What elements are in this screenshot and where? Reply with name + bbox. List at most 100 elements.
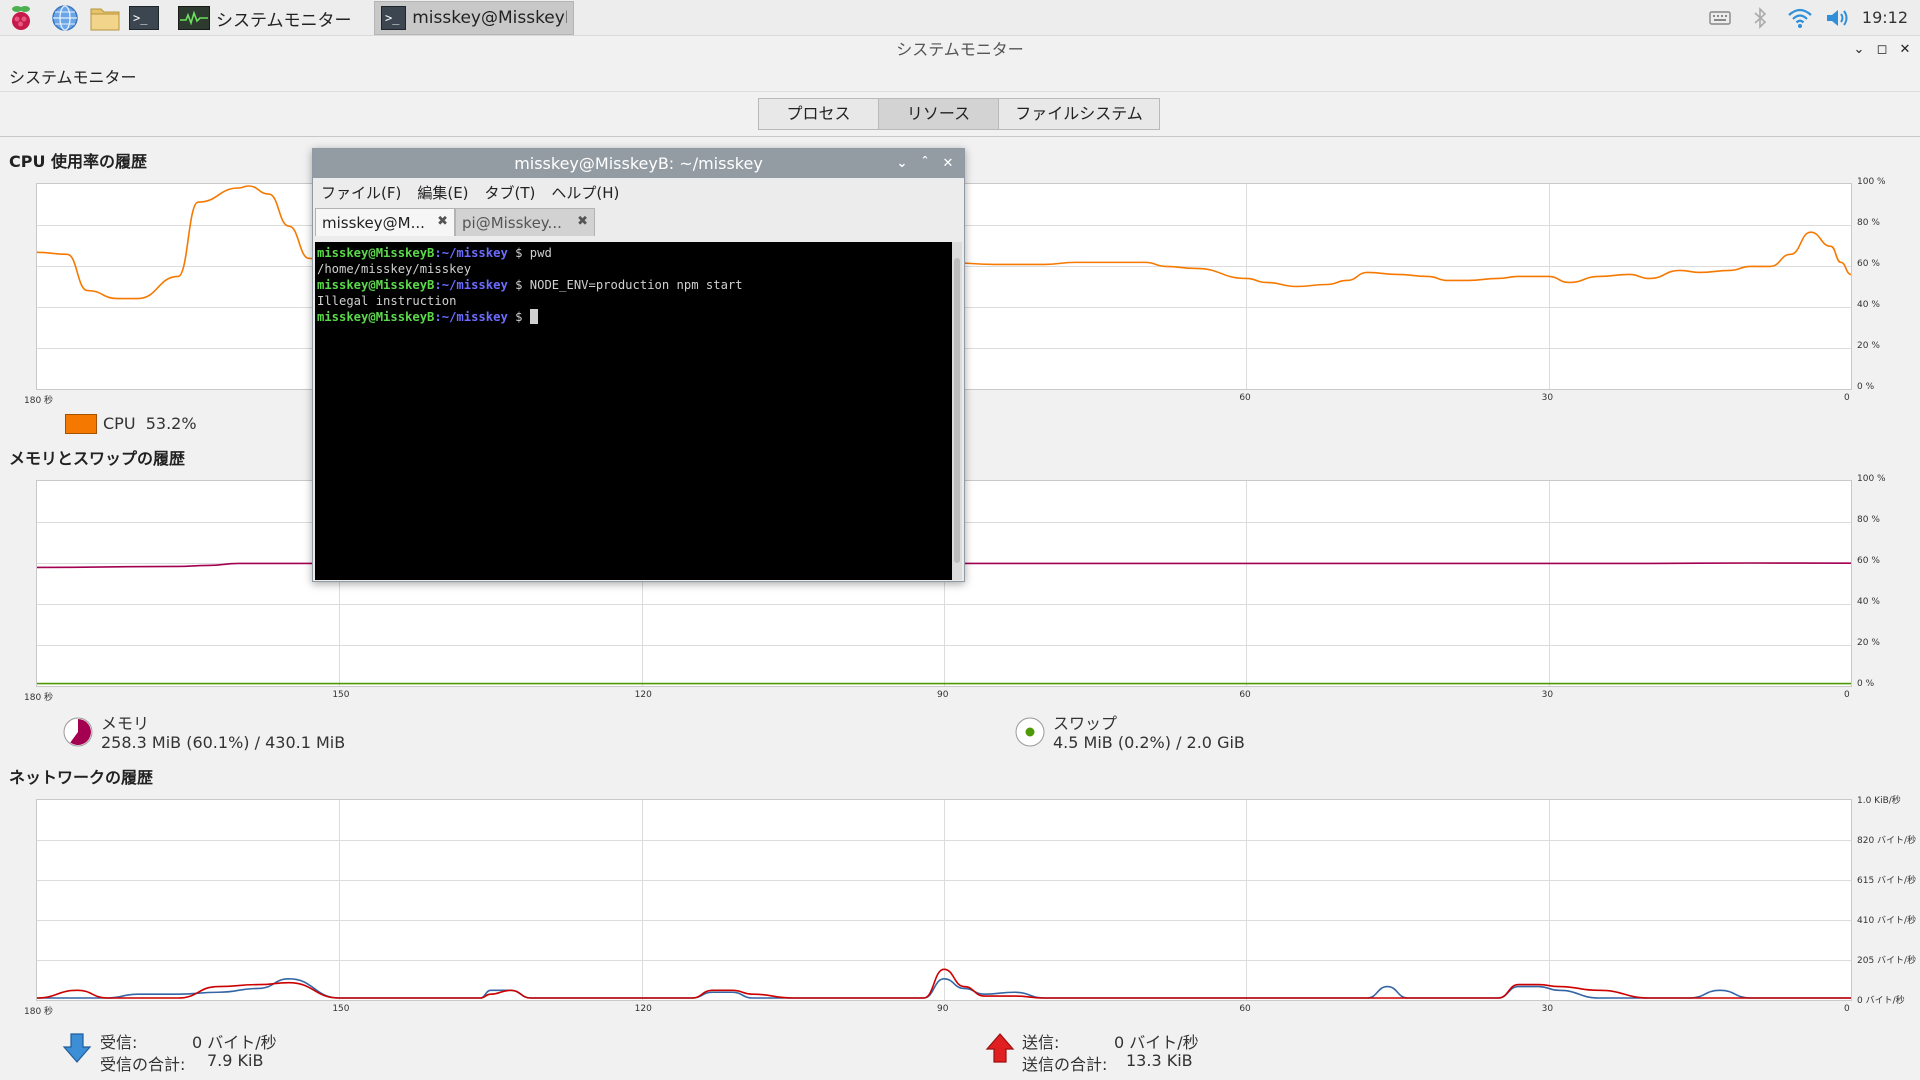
terminal-output: /home/misskey/misskey [317,262,472,276]
system-monitor-icon [178,6,210,30]
prompt-path: :~/misskey [434,246,508,260]
y-tick-label: 20 % [1857,341,1880,351]
send-value: 0 バイト/秒 [1114,1033,1199,1052]
raspberry-menu-icon[interactable] [6,3,36,33]
cpu-legend: CPU 53.2% [103,414,197,433]
network-history-graph [36,799,1852,1001]
terminal-icon: >_ [381,6,407,30]
app-menu[interactable]: システムモニター [0,64,1920,92]
y-tick-label: 20 % [1857,638,1880,648]
memory-value: 258.3 MiB (60.1%) / 430.1 MiB [101,733,346,752]
swap-label: スワップ [1053,714,1118,733]
clock[interactable]: 19:12 [1862,8,1908,27]
cpu-section-title: CPU 使用率の履歴 [9,152,148,171]
x-tick-label: 60 [1239,393,1251,403]
command-text: $ pwd [507,246,552,260]
y-tick-label: 0 % [1857,382,1875,392]
prompt-user: misskey@MisskeyB [317,310,435,324]
file-manager-icon[interactable] [90,3,120,33]
receive-total-value: 7.9 KiB [207,1051,264,1070]
app-menu-label[interactable]: システムモニター [9,68,137,87]
y-tick-label: 0 バイト/秒 [1857,996,1905,1006]
tab-processes[interactable]: プロセス [759,99,879,129]
terminal-menu-edit[interactable]: 編集(E) [417,182,468,203]
close-icon[interactable]: ✕ [1894,36,1916,64]
y-tick-label: 205 バイト/秒 [1857,956,1917,966]
minimize-icon[interactable]: ⌄ [1848,36,1870,64]
terminal-output: Illegal instruction [317,294,457,308]
y-tick-label: 60 % [1857,556,1880,566]
memory-section-title: メモリとスワップの履歴 [9,449,186,468]
x-tick-label: 0 [1844,1004,1850,1014]
task-label: misskey@MisskeyB: ... [412,8,567,28]
terminal-menu-help[interactable]: ヘルプ(H) [551,182,619,203]
x-tick-label: 180 秒 [24,693,54,703]
terminal-menu-tabs[interactable]: タブ(T) [485,182,536,203]
x-tick-label: 0 [1844,393,1850,403]
x-tick-label: 90 [937,690,949,700]
tab-close-icon[interactable]: ✖ [577,214,588,229]
y-tick-label: 0 % [1857,679,1875,689]
y-tick-label: 80 % [1857,515,1880,525]
send-arrow-icon[interactable] [985,1032,1015,1068]
bluetooth-icon[interactable] [1748,6,1772,30]
terminal-tab-label: pi@Misskey... [462,213,562,232]
x-tick-label: 150 [332,1004,350,1014]
terminal-minimize-icon[interactable]: ⌄ [891,149,913,178]
graph-canvas [37,800,1851,1000]
tab-filesystems[interactable]: ファイルシステム [999,99,1159,129]
send-label: 送信: [1022,1033,1060,1052]
window-title: システムモニター [0,36,1920,64]
swap-value: 4.5 MiB (0.2%) / 2.0 GiB [1053,733,1245,752]
prompt-user: misskey@MisskeyB [317,278,435,292]
keyboard-icon[interactable] [1706,6,1734,30]
task-terminal[interactable]: >_ misskey@MisskeyB: ... [374,1,574,35]
terminal-menubar: ファイル(F) 編集(E) タブ(T) ヘルプ(H) [313,178,964,206]
terminal-menu-file[interactable]: ファイル(F) [321,182,401,203]
y-tick-label: 60 % [1857,259,1880,269]
terminal-tab[interactable]: misskey@M... ✖ [315,208,455,236]
terminal-close-icon[interactable]: ✕ [937,149,959,178]
text-cursor [529,309,538,324]
cpu-color-swatch[interactable] [65,414,97,434]
x-tick-label: 180 秒 [24,1007,54,1017]
divider [0,136,1920,137]
y-tick-label: 100 % [1857,177,1886,187]
terminal-tab[interactable]: pi@Misskey... ✖ [455,208,595,236]
swap-pie-icon[interactable] [1014,716,1046,752]
wifi-icon[interactable] [1786,6,1814,30]
x-tick-label: 0 [1844,690,1850,700]
scrollbar-thumb[interactable] [954,258,960,563]
terminal-launcher-icon[interactable]: >_ [129,3,159,33]
task-label: システムモニター [216,10,352,31]
memory-label: メモリ [101,714,150,733]
terminal-line: misskey@MisskeyB:~/misskey $ [317,309,950,325]
y-tick-label: 410 バイト/秒 [1857,916,1917,926]
command-text: $ [507,310,530,324]
receive-value: 0 バイト/秒 [192,1033,277,1052]
terminal-window[interactable]: misskey@MisskeyB: ~/misskey ⌄ ˆ ✕ ファイル(F… [312,148,965,582]
tab-resources[interactable]: リソース [879,99,999,129]
volume-icon[interactable] [1824,6,1854,30]
send-total-label: 送信の合計: [1022,1055,1108,1074]
command-text: $ NODE_ENV=production npm start [507,278,743,292]
memory-pie-icon[interactable] [62,716,94,752]
x-tick-label: 120 [634,1004,652,1014]
maximize-icon[interactable]: ◻ [1871,36,1893,64]
task-system-monitor[interactable]: システムモニター [172,1,372,35]
x-tick-label: 30 [1541,1004,1554,1014]
y-tick-label: 1.0 KiB/秒 [1857,796,1901,806]
x-tick-label: 180 秒 [24,396,54,406]
terminal-screen[interactable]: misskey@MisskeyB:~/misskey $ pwd/home/mi… [315,242,952,580]
terminal-maximize-icon[interactable]: ˆ [914,149,936,178]
receive-total-label: 受信の合計: [100,1055,186,1074]
tab-close-icon[interactable]: ✖ [437,214,448,229]
y-tick-label: 615 バイト/秒 [1857,876,1917,886]
x-tick-label: 150 [332,690,350,700]
prompt-user: misskey@MisskeyB [317,246,435,260]
web-browser-icon[interactable] [50,3,80,33]
receive-label: 受信: [100,1033,138,1052]
terminal-scrollbar[interactable] [952,242,962,580]
receive-arrow-icon[interactable] [62,1032,92,1068]
terminal-tabs: misskey@M... ✖ pi@Misskey... ✖ [315,208,595,236]
